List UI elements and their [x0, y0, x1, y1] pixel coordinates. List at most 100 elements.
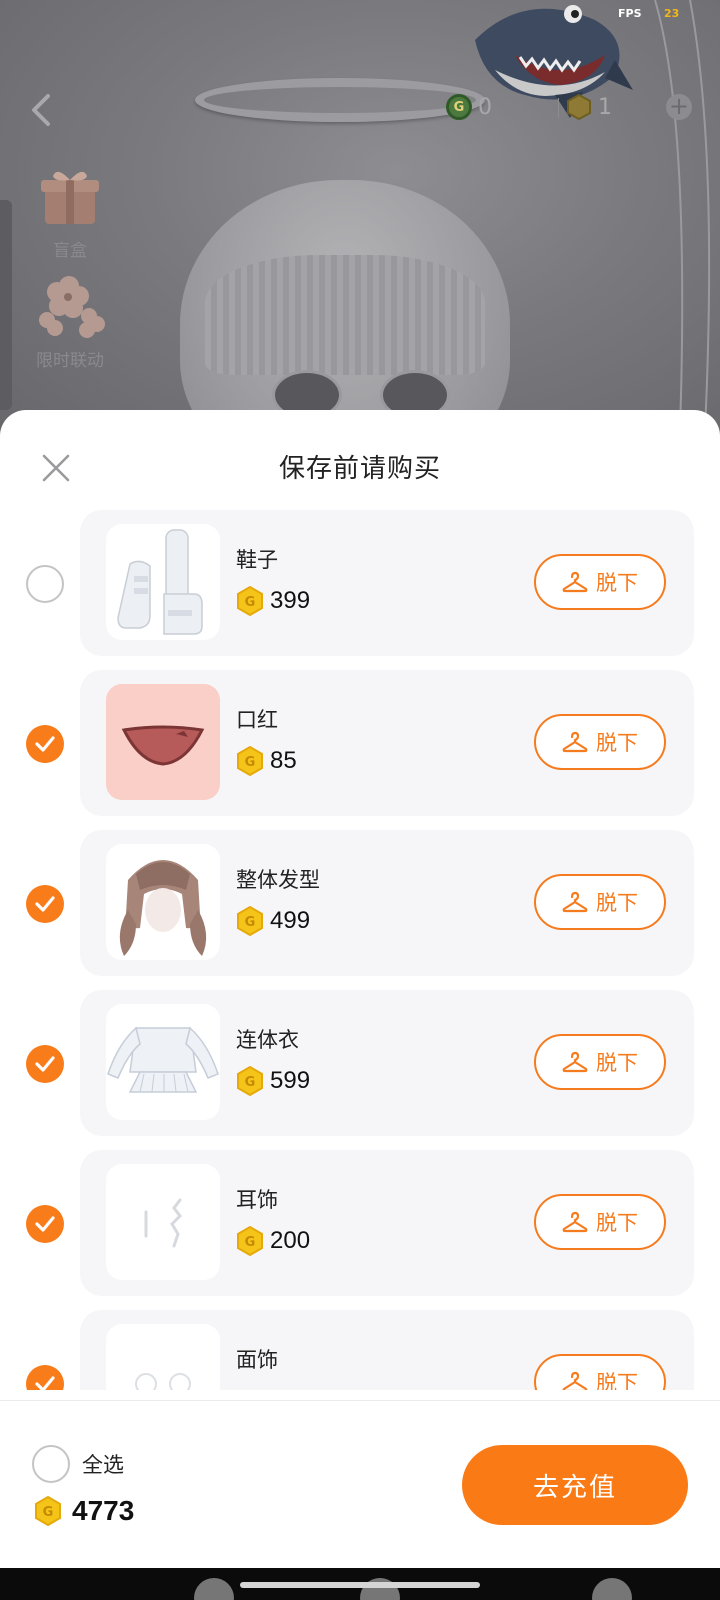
- nav-dot: [592, 1578, 632, 1600]
- item-thumbnail: [106, 844, 220, 960]
- item-name: 面饰: [236, 1348, 278, 1372]
- item-select-checkbox[interactable]: [26, 725, 64, 763]
- item-price: G 499: [236, 906, 310, 936]
- item-price-value: 399: [270, 587, 311, 614]
- select-all-checkbox[interactable]: [32, 1445, 70, 1483]
- take-off-button[interactable]: 脱下: [534, 714, 666, 770]
- take-off-button[interactable]: 脱下: [534, 1354, 666, 1390]
- recharge-button[interactable]: 去充值: [462, 1445, 688, 1525]
- take-off-label: 脱下: [596, 1371, 638, 1390]
- gold-coin-icon: G: [237, 1066, 263, 1096]
- check-icon: [35, 1376, 55, 1390]
- hex-coin-icon: [567, 94, 591, 120]
- item-price: G 200: [236, 1226, 310, 1256]
- hanger-icon: [562, 1051, 588, 1073]
- decor-lines: [654, 0, 711, 430]
- avatar-hair: [205, 255, 485, 375]
- home-handle[interactable]: [240, 1582, 480, 1588]
- hanger-icon: [562, 731, 588, 753]
- check-icon: [35, 736, 55, 752]
- item-card: 连体衣 G 599 脱下: [80, 990, 694, 1136]
- g-coin-count: 0: [478, 94, 492, 120]
- fps-label: FPS: [618, 7, 642, 20]
- side-item-label: 限时联动: [36, 351, 104, 371]
- purchase-item-row[interactable]: 口红 G 85 脱下: [0, 670, 720, 816]
- take-off-label: 脱下: [596, 731, 638, 755]
- purchase-item-row[interactable]: 连体衣 G 599 脱下: [0, 990, 720, 1136]
- item-name: 耳饰: [236, 1188, 278, 1212]
- check-icon: [35, 896, 55, 912]
- system-nav-bar: [0, 1568, 720, 1600]
- item-thumbnail: [106, 524, 220, 640]
- svg-text:G: G: [245, 755, 256, 770]
- item-name: 连体衣: [236, 1028, 299, 1052]
- svg-text:G: G: [245, 1235, 256, 1250]
- hanger-icon: [562, 1371, 588, 1390]
- item-price-value: 200: [270, 1227, 311, 1254]
- side-drawer-handle[interactable]: [0, 200, 12, 410]
- gold-coin-icon: G: [35, 1496, 61, 1526]
- side-item-blind-box[interactable]: 盲盒: [30, 166, 110, 261]
- item-price-value: 499: [270, 907, 311, 934]
- item-thumbnail: [106, 1004, 220, 1120]
- halo-ring: [195, 78, 485, 122]
- item-card: 口红 G 85 脱下: [80, 670, 694, 816]
- item-price: G 599: [236, 1066, 310, 1096]
- purchase-item-row[interactable]: 整体发型 G 499 脱下: [0, 830, 720, 976]
- item-thumbnail: [106, 1164, 220, 1280]
- sheet-title: 保存前请购买: [278, 454, 441, 484]
- back-arrow-icon[interactable]: [26, 90, 56, 130]
- check-icon: [35, 1056, 55, 1072]
- purchase-footer: 全选 G 4773 去充值: [0, 1400, 720, 1568]
- svg-text:G: G: [43, 1505, 54, 1520]
- select-all-toggle[interactable]: 全选: [32, 1445, 124, 1483]
- item-card: 鞋子 G 399 脱下: [80, 510, 694, 656]
- hanger-icon: [562, 571, 588, 593]
- svg-text:G: G: [245, 595, 256, 610]
- item-list[interactable]: 鞋子 G 399 脱下 口红 G 85 脱下 整体发型 G 499 脱下 连体衣 G 599 脱下 耳饰 G 200…: [0, 510, 720, 1390]
- item-card: 面饰脱下: [80, 1310, 694, 1390]
- add-currency-button[interactable]: +: [666, 94, 692, 120]
- item-thumbnail: [106, 1324, 220, 1390]
- svg-text:G: G: [245, 1075, 256, 1090]
- item-select-checkbox[interactable]: [26, 885, 64, 923]
- check-icon: [35, 1216, 55, 1232]
- item-card: 耳饰 G 200 脱下: [80, 1150, 694, 1296]
- take-off-button[interactable]: 脱下: [534, 1034, 666, 1090]
- svg-text:G: G: [245, 915, 256, 930]
- purchase-item-row[interactable]: 耳饰 G 200 脱下: [0, 1150, 720, 1296]
- side-item-label: 盲盒: [53, 241, 87, 261]
- item-select-checkbox[interactable]: [26, 1205, 64, 1243]
- flower-icon: [39, 276, 105, 338]
- currency-divider: [558, 98, 559, 118]
- item-card: 整体发型 G 499 脱下: [80, 830, 694, 976]
- side-item-limited-collab[interactable]: 限时联动: [30, 274, 110, 371]
- item-select-checkbox[interactable]: [26, 565, 64, 603]
- token-balance: 1: [566, 94, 612, 120]
- purchase-item-row[interactable]: 鞋子 G 399 脱下: [0, 510, 720, 656]
- hanger-icon: [562, 1211, 588, 1233]
- gold-coin-icon: G: [237, 586, 263, 616]
- g-coin-icon: G: [446, 94, 472, 120]
- item-thumbnail: [106, 684, 220, 800]
- take-off-button[interactable]: 脱下: [534, 1194, 666, 1250]
- take-off-label: 脱下: [596, 891, 638, 915]
- fps-value: 23: [664, 7, 680, 20]
- take-off-label: 脱下: [596, 1211, 638, 1235]
- gold-coin-icon: G: [237, 746, 263, 776]
- item-name: 整体发型: [236, 868, 320, 892]
- take-off-button[interactable]: 脱下: [534, 554, 666, 610]
- purchase-item-row[interactable]: 面饰脱下: [0, 1310, 720, 1390]
- gold-coin-icon: G: [237, 906, 263, 936]
- item-select-checkbox[interactable]: [26, 1365, 64, 1390]
- g-coin-balance: G 0: [446, 94, 492, 120]
- item-price: G 399: [236, 586, 310, 616]
- select-all-label: 全选: [82, 1453, 124, 1477]
- take-off-button[interactable]: 脱下: [534, 874, 666, 930]
- item-name: 口红: [236, 708, 278, 732]
- item-select-checkbox[interactable]: [26, 1045, 64, 1083]
- item-price-value: 85: [270, 747, 297, 774]
- token-count: 1: [598, 94, 612, 120]
- item-price: G 85: [236, 746, 297, 776]
- coin-balance: G 4773: [34, 1495, 134, 1527]
